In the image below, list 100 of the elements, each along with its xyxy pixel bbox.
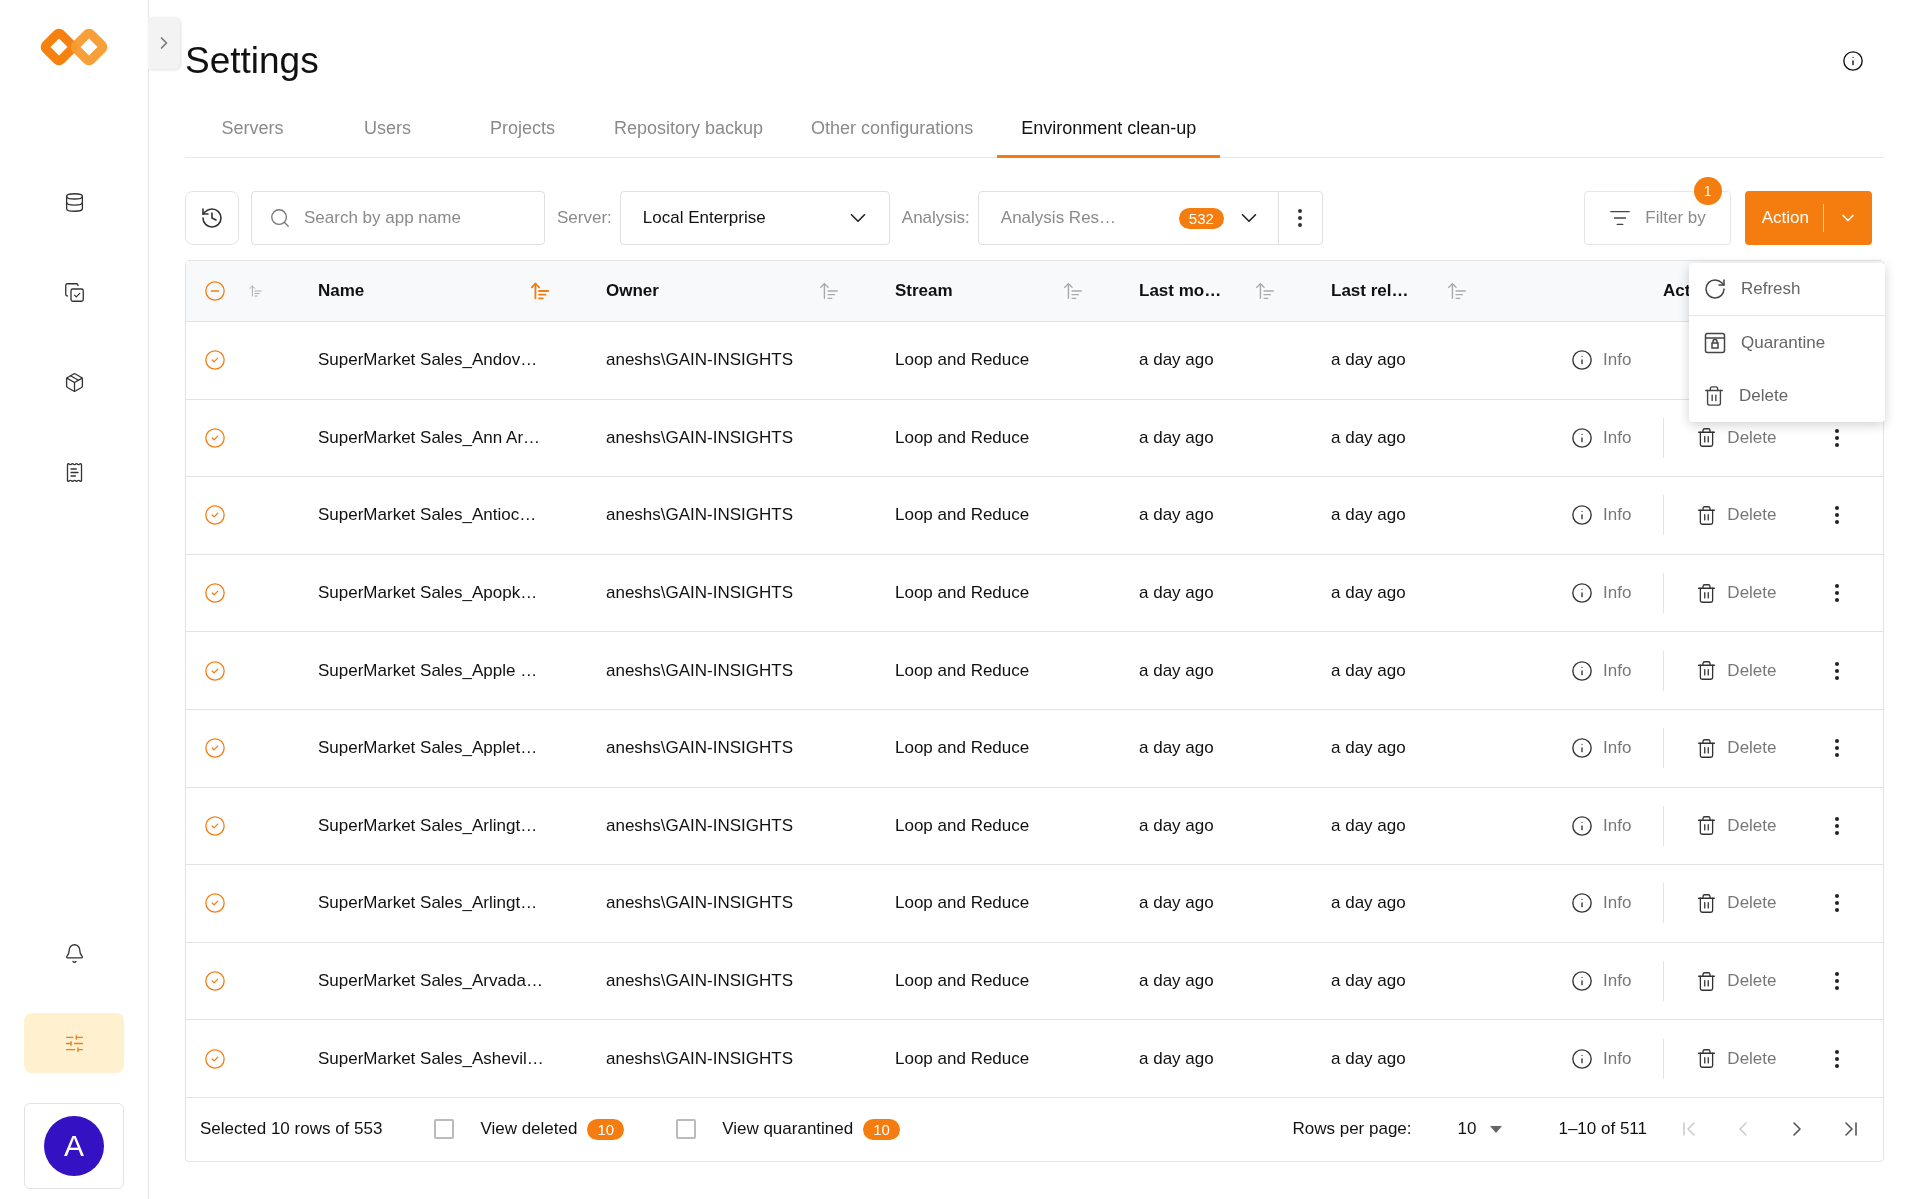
- delete-link[interactable]: Delete: [1696, 660, 1777, 682]
- table-cell: aneshs\GAIN-INSIGHTS: [606, 1048, 794, 1069]
- row-checkbox[interactable]: [204, 426, 226, 449]
- table-cell: aneshs\GAIN-INSIGHTS: [606, 505, 794, 526]
- row-more-button[interactable]: [1835, 739, 1839, 758]
- table-cell: Loop and Reduce: [895, 738, 1030, 759]
- row-more-button[interactable]: [1835, 816, 1839, 835]
- info-link[interactable]: Info: [1571, 814, 1632, 837]
- table-cell: SuperMarket Sales_Arlingt…: [318, 815, 538, 836]
- delete-link[interactable]: Delete: [1696, 970, 1777, 992]
- trash-icon: [1696, 737, 1718, 759]
- delete-link[interactable]: Delete: [1696, 892, 1777, 914]
- search-field[interactable]: Search by app name: [251, 191, 545, 245]
- info-link[interactable]: Info: [1571, 970, 1632, 993]
- info-icon: [1571, 737, 1593, 760]
- sort-icon[interactable]: [1254, 280, 1276, 302]
- table-cell: a day ago: [1331, 738, 1406, 759]
- table-cell: a day ago: [1331, 505, 1406, 526]
- table-cell: a day ago: [1331, 893, 1406, 914]
- count-badge: 10: [863, 1118, 900, 1140]
- analysis-label: Analysis:: [901, 208, 970, 228]
- info-link[interactable]: Info: [1571, 737, 1632, 760]
- info-link[interactable]: Info: [1571, 1047, 1632, 1070]
- cube-icon: [63, 371, 85, 393]
- page-range: 1–10 of 511: [1558, 1119, 1647, 1140]
- bell-icon: [63, 942, 85, 964]
- tab[interactable]: Other configurations: [787, 102, 998, 158]
- search-icon: [269, 207, 291, 229]
- info-link[interactable]: Info: [1571, 582, 1632, 605]
- tab[interactable]: Repository backup: [590, 102, 788, 158]
- info-icon: [1571, 814, 1593, 837]
- select-all-checkbox[interactable]: [204, 280, 226, 302]
- sort-icon[interactable]: [529, 280, 551, 302]
- info-link[interactable]: Info: [1571, 659, 1632, 682]
- info-icon: [1571, 659, 1593, 682]
- more-icon: [1835, 506, 1839, 525]
- row-more-button[interactable]: [1835, 506, 1839, 525]
- table-cell: SuperMarket Sales_Ann Ar…: [318, 427, 541, 448]
- table-cell: a day ago: [1139, 738, 1214, 759]
- row-checkbox[interactable]: [204, 349, 226, 372]
- tab[interactable]: Servers: [185, 102, 320, 158]
- sort-icon[interactable]: [1446, 280, 1468, 302]
- row-more-button[interactable]: [1835, 894, 1839, 913]
- row-checkbox[interactable]: [204, 892, 226, 915]
- row-checkbox[interactable]: [204, 659, 226, 682]
- table-cell: Loop and Reduce: [895, 893, 1030, 914]
- info-link[interactable]: Info: [1571, 892, 1632, 915]
- info-link[interactable]: Info: [1571, 349, 1632, 372]
- sort-icon[interactable]: [818, 280, 840, 302]
- delete-link[interactable]: Delete: [1696, 427, 1777, 449]
- row-checkbox[interactable]: [204, 504, 226, 527]
- row-checkbox[interactable]: [204, 737, 226, 760]
- table-cell: a day ago: [1331, 971, 1406, 992]
- table-cell: a day ago: [1139, 350, 1214, 371]
- row-more-button[interactable]: [1835, 972, 1839, 991]
- menu-item[interactable]: Quarantine: [1689, 316, 1885, 369]
- delete-link[interactable]: Delete: [1696, 815, 1777, 837]
- tab[interactable]: Environment clean-up: [997, 102, 1221, 158]
- info-icon: [1571, 970, 1593, 993]
- row-checkbox[interactable]: [204, 582, 226, 605]
- delete-link[interactable]: Delete: [1696, 505, 1777, 526]
- trash-icon: [1696, 970, 1718, 992]
- row-checkbox[interactable]: [204, 970, 226, 993]
- column-header: Last mo…: [1139, 281, 1222, 301]
- table-cell: Loop and Reduce: [895, 660, 1030, 681]
- row-more-button[interactable]: [1835, 661, 1839, 680]
- info-icon[interactable]: [1842, 50, 1864, 72]
- history-button[interactable]: [185, 191, 239, 245]
- table-cell: aneshs\GAIN-INSIGHTS: [606, 815, 794, 836]
- more-icon: [1835, 972, 1839, 991]
- table-cell: a day ago: [1139, 505, 1214, 526]
- checkbox[interactable]: [434, 1119, 455, 1140]
- info-link[interactable]: Info: [1571, 426, 1632, 449]
- checkbox-label: View quarantined: [722, 1119, 854, 1140]
- sort-icon[interactable]: [1062, 280, 1084, 302]
- menu-item[interactable]: Delete: [1689, 369, 1885, 422]
- table-cell: SuperMarket Sales_Apple …: [318, 660, 538, 681]
- server-select[interactable]: Local Enterprise: [619, 191, 890, 245]
- info-link[interactable]: Info: [1571, 504, 1632, 527]
- refresh-icon: [1703, 277, 1727, 301]
- row-more-button[interactable]: [1835, 1049, 1839, 1068]
- more-icon: [1835, 1049, 1839, 1068]
- count-badge: 10: [587, 1118, 625, 1140]
- delete-link[interactable]: Delete: [1696, 1048, 1777, 1070]
- info-icon: [1571, 582, 1593, 605]
- checkbox[interactable]: [676, 1119, 697, 1140]
- tab[interactable]: Users: [320, 102, 455, 158]
- delete-link[interactable]: Delete: [1696, 737, 1777, 759]
- delete-link[interactable]: Delete: [1696, 582, 1777, 604]
- rows-per-page-select[interactable]: 10: [1451, 1118, 1509, 1141]
- row-checkbox[interactable]: [204, 1047, 226, 1070]
- user-avatar[interactable]: A: [44, 1116, 104, 1176]
- table-cell: a day ago: [1139, 971, 1214, 992]
- action-button[interactable]: Action: [1744, 191, 1872, 245]
- table-cell: Loop and Reduce: [895, 427, 1030, 448]
- table-cell: a day ago: [1331, 1048, 1406, 1069]
- row-checkbox[interactable]: [204, 814, 226, 837]
- tab[interactable]: Projects: [455, 102, 590, 158]
- row-more-button[interactable]: [1835, 584, 1839, 603]
- row-more-button[interactable]: [1835, 428, 1839, 447]
